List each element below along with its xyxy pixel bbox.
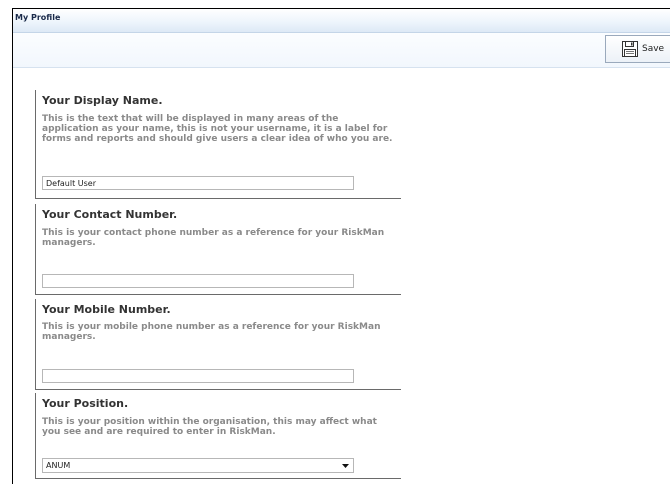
page-title: My Profile [15,13,61,22]
position-selected-value: ANUM [46,461,71,470]
position-title: Your Position. [42,397,129,410]
contact-number-description: This is your contact phone number as a r… [42,228,385,248]
display-name-description: This is the text that will be displayed … [42,114,393,144]
save-button-label: Save [642,44,665,54]
contact-number-title: Your Contact Number. [42,208,178,221]
mobile-number-input[interactable] [42,369,354,383]
mobile-number-title: Your Mobile Number. [42,303,171,316]
display-name-title: Your Display Name. [42,94,163,107]
toolbar: Save [13,33,670,68]
display-name-section: Your Display Name. This is the text that… [35,90,401,199]
position-description: This is your position within the organis… [42,417,377,437]
chevron-down-icon [342,464,349,468]
profile-form: Your Display Name. This is the text that… [13,68,670,485]
save-button[interactable]: Save [605,35,670,63]
contact-number-input[interactable] [42,274,354,288]
position-section: Your Position. This is your position wit… [35,393,401,479]
profile-window: My Profile Save Your Display Name. This … [12,8,670,484]
position-select[interactable]: ANUM [42,458,354,473]
title-bar: My Profile [13,9,670,33]
mobile-number-description: This is your mobile phone number as a re… [42,322,381,342]
mobile-number-section: Your Mobile Number. This is your mobile … [35,299,401,390]
contact-number-section: Your Contact Number. This is your contac… [35,204,401,295]
floppy-disk-icon [622,41,638,57]
display-name-input[interactable] [42,176,354,190]
